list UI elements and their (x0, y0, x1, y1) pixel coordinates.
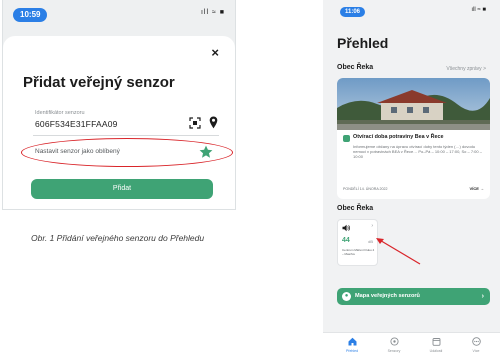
all-news-link[interactable]: Všechny zprávy > (446, 66, 486, 72)
favorite-label: Nastavit senzor jako oblíbený (35, 148, 120, 155)
tab-udalosti[interactable]: Události (421, 337, 451, 353)
sensor-id-label: Identifikátor senzoru (35, 110, 85, 116)
status-icons: ıll ≈ ■ (200, 9, 225, 16)
tab-label: Události (429, 349, 443, 353)
field-underline (33, 135, 219, 136)
page-title: Přehled (337, 35, 389, 51)
tab-vice[interactable]: Více (461, 337, 491, 353)
speaker-icon (342, 224, 350, 232)
chevron-right-icon: › (371, 223, 373, 229)
bottom-tab-bar: Přehled Senzory Události Více (323, 332, 500, 360)
status-icons: ıll ≈ ■ (471, 7, 486, 13)
right-phone-screen: 11:06 ıll ≈ ■ Přehled Obec Řeka Všechny … (323, 0, 500, 360)
section-title-sensors: Obec Řeka (337, 205, 374, 212)
sensor-card[interactable]: › 44 dB Centrum Měření hluku 4 – Masiřov (337, 219, 378, 266)
news-headline: Otvírací doba potraviny Bea v Řece (353, 134, 444, 140)
sensor-id-field[interactable]: 606F534E31FFAA09 (35, 119, 118, 129)
sensor-value: 44 (342, 237, 350, 244)
chevron-right-icon: › (481, 293, 484, 300)
news-more-link[interactable]: VÍCE → (470, 186, 484, 191)
status-bar: 10:59 ıll ≈ ■ (3, 0, 235, 30)
tab-senzory[interactable]: Senzory (379, 337, 409, 353)
figure-caption: Obr. 1 Přidání veřejného senzoru do Přeh… (31, 233, 205, 243)
location-pin-icon[interactable] (209, 116, 218, 129)
news-photo (337, 78, 490, 130)
add-sensor-sheet: × Přidat veřejný senzor Identifikátor se… (3, 36, 235, 209)
news-body: Informujeme občany na úpravu otvírací do… (353, 144, 482, 160)
tab-label: Senzory (387, 349, 401, 353)
sensor-map-button[interactable]: ● Mapa veřejných senzorů › (337, 288, 490, 305)
map-button-label: Mapa veřejných senzorů (355, 293, 420, 299)
section-title-news: Obec Řeka (337, 64, 374, 71)
annotation-arrow (376, 238, 421, 265)
more-icon (471, 337, 481, 346)
close-icon[interactable]: × (211, 45, 219, 60)
tab-label: Více (472, 349, 480, 353)
sheet-title: Přidat veřejný senzor (23, 74, 175, 91)
add-button[interactable]: Přidat (31, 179, 213, 199)
qr-scan-icon[interactable] (189, 117, 201, 129)
tab-prehled[interactable]: Přehled (337, 337, 367, 353)
calendar-icon (343, 135, 350, 142)
calendar-icon (432, 338, 440, 346)
tab-label: Přehled (345, 349, 359, 353)
star-icon[interactable] (199, 145, 213, 159)
sensor-name: Centrum Měření hluku 4 – Masiřov (342, 248, 375, 256)
map-icon: ● (342, 292, 351, 301)
left-phone-screen: 10:59 ıll ≈ ■ × Přidat veřejný senzor Id… (2, 0, 236, 210)
status-time: 11:06 (340, 7, 366, 17)
sensors-icon (389, 337, 399, 346)
home-icon (348, 337, 356, 346)
status-time: 10:59 (13, 8, 48, 22)
news-date: PONDĚLÍ 14. ÚNORA 2022 (343, 187, 388, 191)
news-card[interactable]: Otvírací doba potraviny Bea v Řece Infor… (337, 78, 490, 199)
